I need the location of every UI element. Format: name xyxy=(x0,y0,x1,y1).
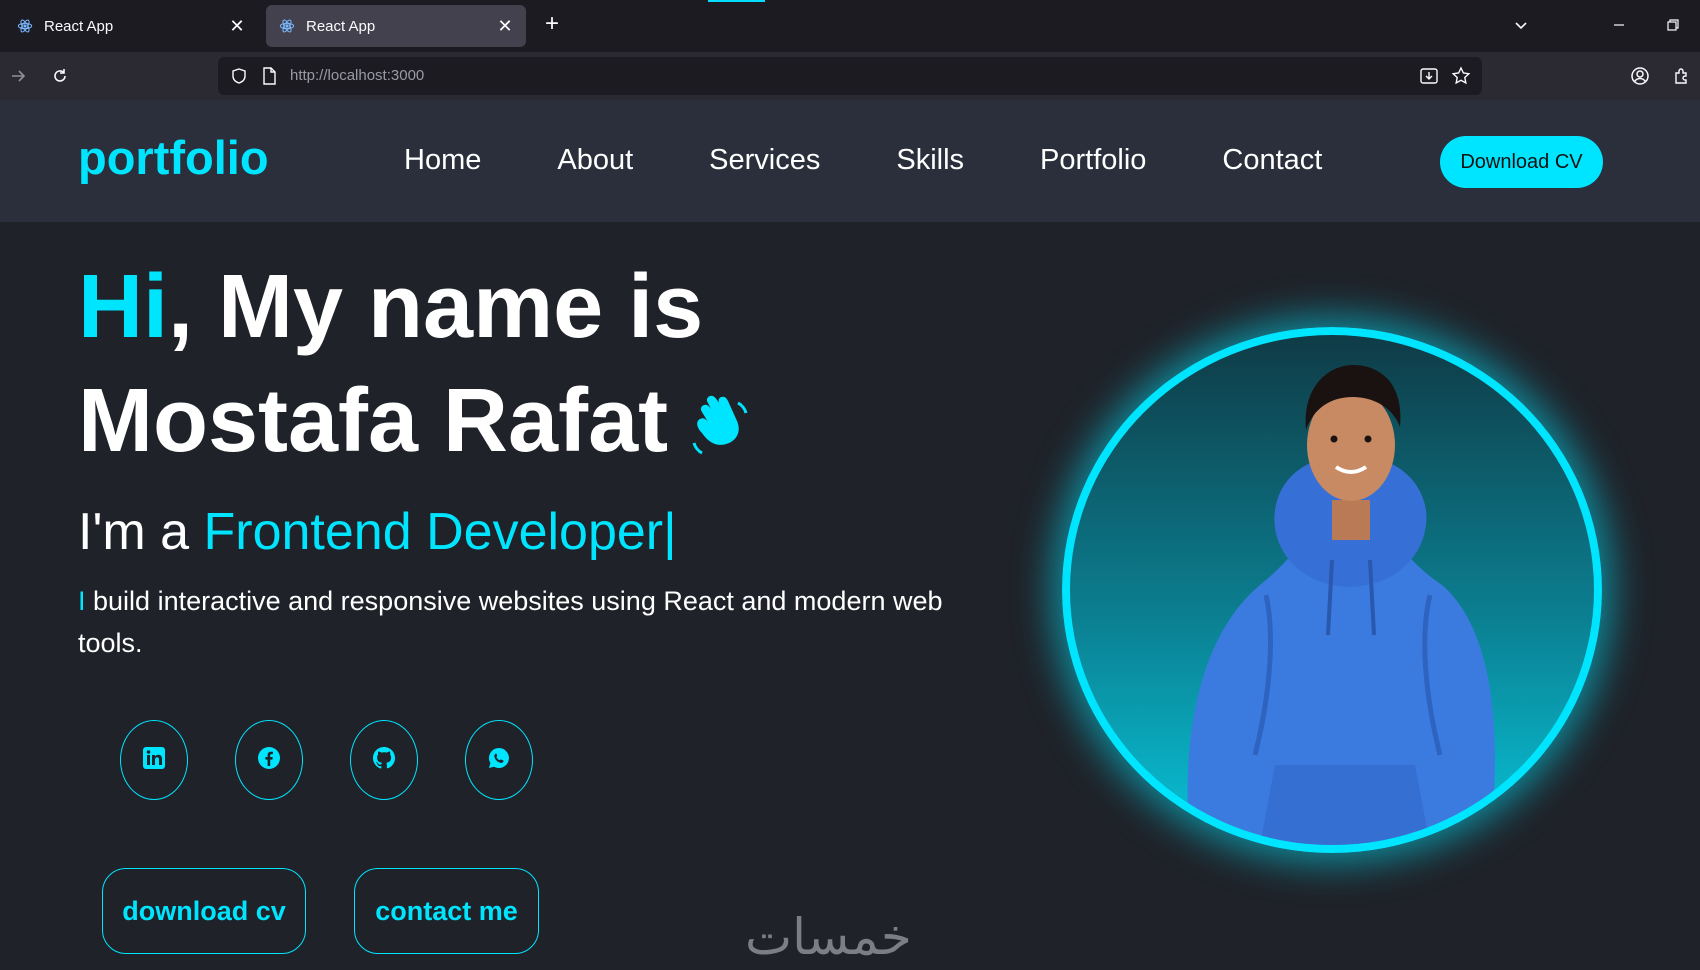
github-icon xyxy=(372,746,396,775)
tab-title: React App xyxy=(44,17,114,35)
waving-hand-icon xyxy=(688,382,750,455)
account-icon[interactable] xyxy=(1626,62,1654,90)
download-cv-button[interactable]: download cv xyxy=(102,868,306,954)
github-link[interactable] xyxy=(350,720,418,800)
close-tab-icon[interactable]: ✕ xyxy=(226,15,248,37)
greeting-rest: , My name is xyxy=(168,257,704,357)
facebook-link[interactable] xyxy=(235,720,303,800)
browser-toolbar: http://localhost:3000 xyxy=(0,52,1700,100)
url-text: http://localhost:3000 xyxy=(290,67,424,84)
bookmark-star-icon[interactable] xyxy=(1450,65,1472,87)
tab-list-chevron-icon[interactable] xyxy=(1508,12,1534,38)
nav-home[interactable]: Home xyxy=(404,144,481,177)
restore-icon[interactable] xyxy=(1660,12,1686,38)
page-icon[interactable] xyxy=(258,65,280,87)
contact-me-button[interactable]: contact me xyxy=(354,868,539,954)
close-tab-icon[interactable]: ✕ xyxy=(494,15,516,37)
whatsapp-icon xyxy=(487,746,511,775)
hero-greeting: Hi, My name is xyxy=(78,262,703,352)
forward-icon[interactable] xyxy=(4,62,32,90)
hero-role: I'm a Frontend Developer| xyxy=(78,502,677,562)
minimize-icon[interactable] xyxy=(1606,12,1632,38)
address-bar[interactable]: http://localhost:3000 xyxy=(218,57,1482,95)
role-typed: Frontend Developer| xyxy=(203,503,677,561)
tab-indicator xyxy=(708,0,765,2)
description-bar: I xyxy=(78,586,86,616)
whatsapp-link[interactable] xyxy=(465,720,533,800)
download-cv-header-button[interactable]: Download CV xyxy=(1440,136,1603,188)
nav-about[interactable]: About xyxy=(557,144,633,177)
site-logo[interactable]: portfolio xyxy=(78,130,269,185)
hero-description: I build interactive and responsive websi… xyxy=(78,580,998,664)
profile-photo xyxy=(1062,327,1602,853)
tab-react-app-2[interactable]: React App ✕ xyxy=(266,5,526,47)
nav-portfolio[interactable]: Portfolio xyxy=(1040,144,1146,177)
hero-name: Mostafa Rafat xyxy=(78,376,750,466)
install-page-icon[interactable] xyxy=(1418,65,1440,87)
tab-react-app-1[interactable]: React App ✕ xyxy=(4,5,258,47)
nav-skills[interactable]: Skills xyxy=(896,144,964,177)
new-tab-button[interactable]: + xyxy=(540,12,564,37)
reload-icon[interactable] xyxy=(46,62,74,90)
khamsat-watermark: خمسات xyxy=(745,908,912,966)
site-nav: Home About Services Skills Portfolio Con… xyxy=(404,144,1398,177)
portfolio-page: portfolio Home About Services Skills Por… xyxy=(0,100,1700,970)
nav-contact[interactable]: Contact xyxy=(1222,144,1322,177)
extensions-icon[interactable] xyxy=(1668,62,1696,90)
nav-services[interactable]: Services xyxy=(709,144,820,177)
hero-name-text: Mostafa Rafat xyxy=(78,371,669,471)
browser-tab-bar: React App ✕ React App ✕ + xyxy=(0,0,1700,52)
role-prefix: I'm a xyxy=(78,503,204,561)
linkedin-link[interactable] xyxy=(120,720,188,800)
react-icon xyxy=(16,17,34,35)
site-header: portfolio Home About Services Skills Por… xyxy=(0,100,1700,222)
url-scheme-host: http://localhost xyxy=(290,67,387,84)
linkedin-icon xyxy=(142,746,166,775)
tab-title: React App xyxy=(306,17,376,35)
react-icon xyxy=(278,17,296,35)
description-text: build interactive and responsive website… xyxy=(78,586,943,658)
social-links xyxy=(120,720,580,800)
shield-icon[interactable] xyxy=(228,65,250,87)
url-port: :3000 xyxy=(386,67,425,84)
person-illustration xyxy=(1187,365,1496,845)
greeting-accent: Hi xyxy=(78,257,168,357)
facebook-icon xyxy=(257,746,281,775)
